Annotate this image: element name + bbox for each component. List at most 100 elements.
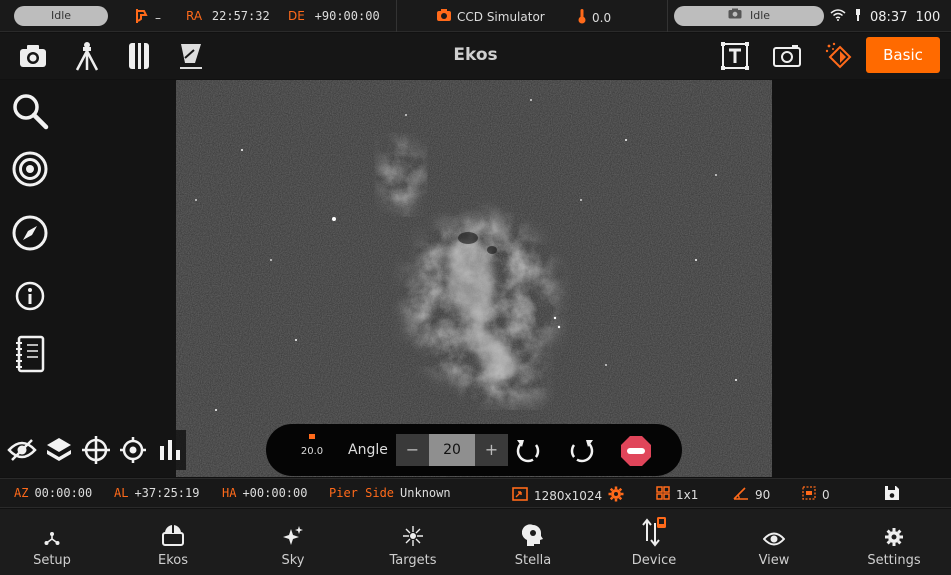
- temperature-value: 0.0: [592, 10, 612, 25]
- search-icon[interactable]: [10, 91, 50, 131]
- status-divider: [667, 0, 668, 32]
- nav-targets-label: Targets: [389, 553, 437, 568]
- auto-stretch-icon[interactable]: [822, 39, 856, 73]
- gps-fixed-icon[interactable]: [118, 434, 149, 466]
- view-icon: [724, 509, 824, 547]
- offset-icon: [802, 486, 816, 503]
- info-icon[interactable]: [10, 276, 50, 316]
- wifi-icon: [830, 9, 846, 25]
- camera-name: CCD Simulator: [457, 9, 545, 24]
- focuser-icon[interactable]: [174, 39, 208, 73]
- nav-view[interactable]: View: [724, 509, 824, 575]
- status-pill-left[interactable]: Idle: [14, 6, 108, 26]
- left-sidebar: [0, 80, 176, 477]
- capture-camera-icon[interactable]: [16, 39, 50, 73]
- pier-side-value: Unknown: [400, 486, 451, 500]
- app-root: Idle – RA 22:57:32 DE +90:00:00 CCD Simu…: [0, 0, 951, 575]
- status-pill-right[interactable]: Idle: [674, 6, 824, 26]
- pier-side-label: Pier Side: [329, 486, 395, 500]
- resolution-readout[interactable]: 1280x1024: [512, 486, 624, 505]
- binning-value: 1x1: [676, 487, 699, 502]
- nav-sky-label: Sky: [281, 553, 305, 568]
- nav-sky[interactable]: Sky: [243, 509, 343, 575]
- mount-tripod-icon[interactable]: [70, 39, 104, 73]
- bottom-navigation: Setup Ekos Sky Targets Stella Device Vie…: [0, 509, 951, 575]
- angle-input[interactable]: 20: [429, 434, 475, 466]
- nav-setup[interactable]: Setup: [2, 509, 102, 575]
- angle-icon: [733, 486, 749, 503]
- angle-decrement-button[interactable]: −: [396, 434, 429, 466]
- ha-label: HA: [222, 486, 237, 500]
- nav-device[interactable]: Device: [604, 509, 704, 575]
- nav-settings[interactable]: Settings: [844, 509, 944, 575]
- crosshair-icon[interactable]: [80, 434, 111, 466]
- rotation-marker: [309, 434, 315, 439]
- right-panel: [772, 80, 951, 477]
- clock-time: 08:37: [870, 9, 908, 25]
- nav-setup-label: Setup: [33, 553, 71, 568]
- text-overlay-icon[interactable]: [718, 39, 752, 73]
- rotate-ccw-icon[interactable]: [514, 436, 542, 464]
- de-readout: DE +90:00:00: [288, 9, 380, 23]
- fits-image-view[interactable]: [176, 80, 772, 477]
- nav-targets[interactable]: Targets: [363, 509, 463, 575]
- sky-icon: [243, 509, 343, 547]
- thermometer-icon: [578, 8, 586, 27]
- al-label: AL: [114, 486, 129, 500]
- al-readout: AL +37:25:19: [114, 486, 199, 500]
- nav-stella[interactable]: Stella: [483, 509, 583, 575]
- az-readout: AZ 00:00:00: [14, 486, 92, 500]
- nav-settings-label: Settings: [867, 553, 921, 568]
- binning-readout[interactable]: 1x1: [656, 486, 698, 503]
- nav-ekos[interactable]: Ekos: [123, 509, 223, 575]
- rotate-cw-icon[interactable]: [568, 436, 596, 464]
- view-tools: [0, 430, 186, 470]
- resolution-value: 1280x1024: [534, 488, 603, 503]
- stop-icon[interactable]: [620, 435, 652, 467]
- top-toolbar: Ekos Basic: [0, 33, 951, 79]
- layers-icon[interactable]: [43, 434, 74, 466]
- coordinates-info-bar: AZ 00:00:00 AL +37:25:19 HA +00:00:00 Pi…: [0, 478, 951, 508]
- preview-frame-icon[interactable]: [770, 39, 804, 73]
- telescope-mount-icon: [135, 8, 149, 27]
- ha-readout: HA +00:00:00: [222, 486, 307, 500]
- angle-label: Angle: [348, 442, 388, 458]
- rotation-indicator: 20.0: [300, 434, 324, 457]
- mount-status[interactable]: –: [135, 8, 161, 27]
- offset-value: 0: [822, 487, 830, 502]
- ha-value: +00:00:00: [242, 486, 308, 500]
- de-value: +90:00:00: [314, 9, 380, 23]
- az-label: AZ: [14, 486, 29, 500]
- logbook-icon[interactable]: [10, 334, 50, 374]
- rotation-value: 90: [755, 487, 771, 502]
- settings-icon: [844, 509, 944, 547]
- target-icon[interactable]: [10, 149, 50, 189]
- mount-status-text: –: [155, 10, 161, 25]
- gear-icon[interactable]: [608, 486, 624, 505]
- rotation-readout[interactable]: 90: [733, 486, 770, 503]
- camera-small-icon: [728, 6, 742, 26]
- offset-readout[interactable]: 0: [802, 486, 830, 503]
- frame-size-icon: [512, 487, 528, 504]
- az-value: 00:00:00: [34, 486, 93, 500]
- status-bar: Idle – RA 22:57:32 DE +90:00:00 CCD Simu…: [0, 0, 951, 32]
- save-icon[interactable]: [884, 485, 900, 501]
- device-icon: [604, 509, 704, 547]
- usb-icon: [854, 8, 862, 26]
- status-divider: [396, 0, 397, 32]
- ra-value: 22:57:32: [211, 9, 270, 23]
- targets-icon: [363, 509, 463, 547]
- camera-icon: [436, 8, 452, 25]
- angle-increment-button[interactable]: +: [475, 434, 508, 466]
- setup-icon: [2, 509, 102, 547]
- compass-icon[interactable]: [10, 213, 50, 253]
- histogram-icon[interactable]: [155, 434, 186, 466]
- ra-label: RA: [186, 9, 203, 23]
- ekos-icon: [123, 509, 223, 547]
- de-label: DE: [288, 9, 305, 23]
- hide-eye-icon[interactable]: [6, 434, 37, 466]
- filter-wheel-icon[interactable]: [122, 39, 156, 73]
- right-pill-text: Idle: [749, 9, 771, 22]
- basic-mode-button[interactable]: Basic: [866, 37, 940, 73]
- camera-status[interactable]: CCD Simulator: [436, 8, 545, 25]
